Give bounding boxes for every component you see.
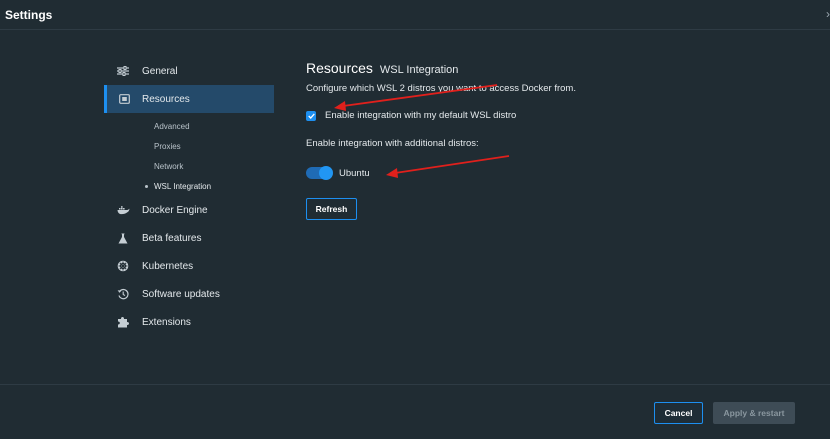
sidebar-item-label: General: [142, 65, 178, 77]
helm-icon: [104, 260, 142, 272]
sidebar-item-kubernetes[interactable]: Kubernetes: [104, 252, 274, 280]
sidebar-subitem-label: Proxies: [154, 141, 181, 151]
title-bar: Settings ›: [0, 0, 830, 30]
distro-label: Ubuntu: [339, 167, 370, 179]
default-distro-row: Enable integration with my default WSL d…: [306, 110, 516, 121]
default-distro-label: Enable integration with my default WSL d…: [325, 110, 517, 121]
flask-icon: [104, 233, 142, 244]
sidebar-item-extensions[interactable]: Extensions: [104, 308, 274, 336]
sliders-icon: [104, 66, 142, 76]
description-text: Configure which WSL 2 distros you want t…: [306, 83, 576, 94]
sidebar-subitem-label: WSL Integration: [154, 181, 212, 191]
sidebar-item-software-updates[interactable]: Software updates: [104, 280, 274, 308]
sidebar-subitem-wsl-integration[interactable]: WSL Integration: [104, 176, 274, 196]
sidebar-item-label: Beta features: [142, 232, 202, 244]
sidebar-subitem-proxies[interactable]: Proxies: [104, 136, 274, 156]
whale-icon: [104, 205, 142, 215]
page-heading: Resources WSL Integration: [306, 60, 458, 78]
distro-row: Ubuntu: [306, 166, 370, 180]
refresh-button[interactable]: Refresh: [306, 198, 357, 220]
sidebar-item-label: Resources: [142, 93, 190, 105]
check-icon: [307, 112, 315, 119]
sidebar-subitem-network[interactable]: Network: [104, 156, 274, 176]
sidebar: General Resources Advanced Proxies Netwo…: [104, 57, 274, 336]
puzzle-icon: [104, 316, 142, 328]
cancel-button[interactable]: Cancel: [654, 402, 703, 424]
additional-distros-label: Enable integration with additional distr…: [306, 138, 479, 149]
apply-restart-button[interactable]: Apply & restart: [713, 402, 795, 424]
sidebar-subitem-label: Network: [154, 161, 184, 171]
chip-icon: [107, 94, 142, 104]
sidebar-item-label: Kubernetes: [142, 260, 194, 272]
current-dot: [145, 185, 148, 188]
sidebar-item-beta-features[interactable]: Beta features: [104, 224, 274, 252]
sidebar-item-general[interactable]: General: [104, 57, 274, 85]
sidebar-subitem-advanced[interactable]: Advanced: [104, 116, 274, 136]
sidebar-item-label: Extensions: [142, 316, 191, 328]
page-subtitle: WSL Integration: [379, 64, 459, 76]
sidebar-subitem-label: Advanced: [154, 121, 190, 131]
toggle-knob: [319, 166, 333, 180]
sidebar-item-docker-engine[interactable]: Docker Engine: [104, 196, 274, 224]
ubuntu-toggle[interactable]: [306, 166, 333, 180]
sidebar-item-label: Software updates: [142, 288, 220, 300]
default-distro-checkbox[interactable]: [306, 110, 316, 121]
sidebar-item-label: Docker Engine: [142, 204, 208, 216]
window-title: Settings: [5, 8, 53, 22]
history-icon: [104, 288, 142, 300]
page-title: Resources: [306, 60, 373, 76]
annotation-arrow: [386, 155, 510, 178]
footer: Cancel Apply & restart: [0, 384, 830, 439]
chevron-icon[interactable]: ›: [826, 7, 830, 21]
sidebar-item-resources[interactable]: Resources: [104, 85, 274, 113]
